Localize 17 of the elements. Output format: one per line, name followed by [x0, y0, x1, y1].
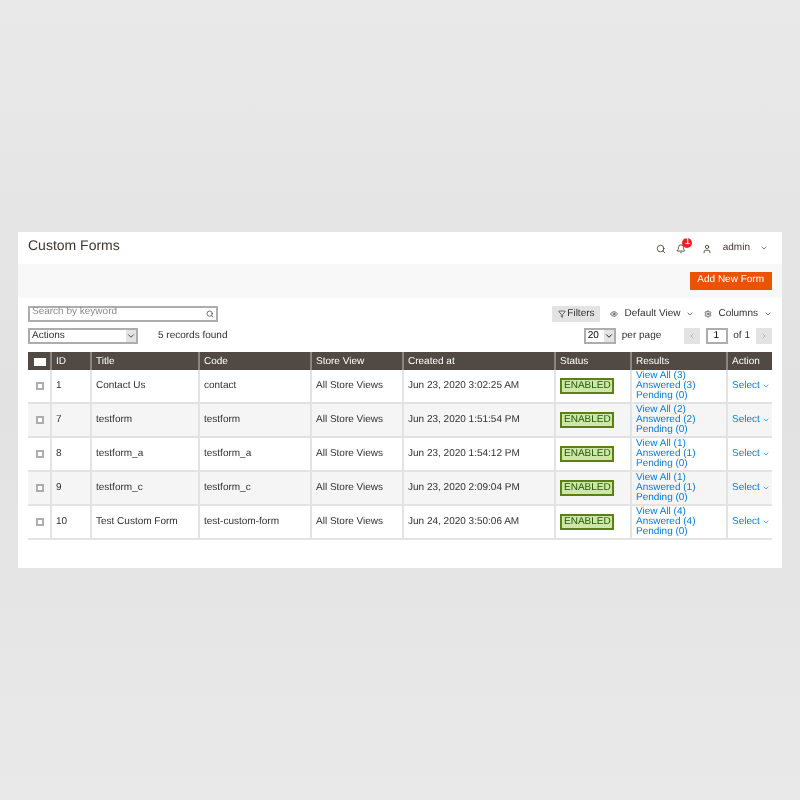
- user-icon: [702, 243, 713, 253]
- row-checkbox[interactable]: [35, 484, 43, 492]
- filter-icon: [557, 310, 566, 318]
- previous-page-button[interactable]: [683, 328, 700, 344]
- row-checkbox[interactable]: [35, 416, 43, 424]
- row-checkbox[interactable]: [35, 518, 43, 526]
- select-all-checkbox[interactable]: [33, 357, 45, 365]
- search-icon: [206, 310, 214, 318]
- search-icon[interactable]: [656, 243, 667, 253]
- row-checkbox[interactable]: [35, 382, 43, 390]
- row-checkbox[interactable]: [35, 450, 43, 458]
- next-page-button[interactable]: [756, 328, 772, 344]
- bell-icon[interactable]: [676, 243, 687, 253]
- caret-icon: [126, 330, 136, 342]
- settings-icon: [704, 310, 713, 318]
- eye-icon: [610, 310, 619, 318]
- caret-icon: [603, 330, 614, 342]
